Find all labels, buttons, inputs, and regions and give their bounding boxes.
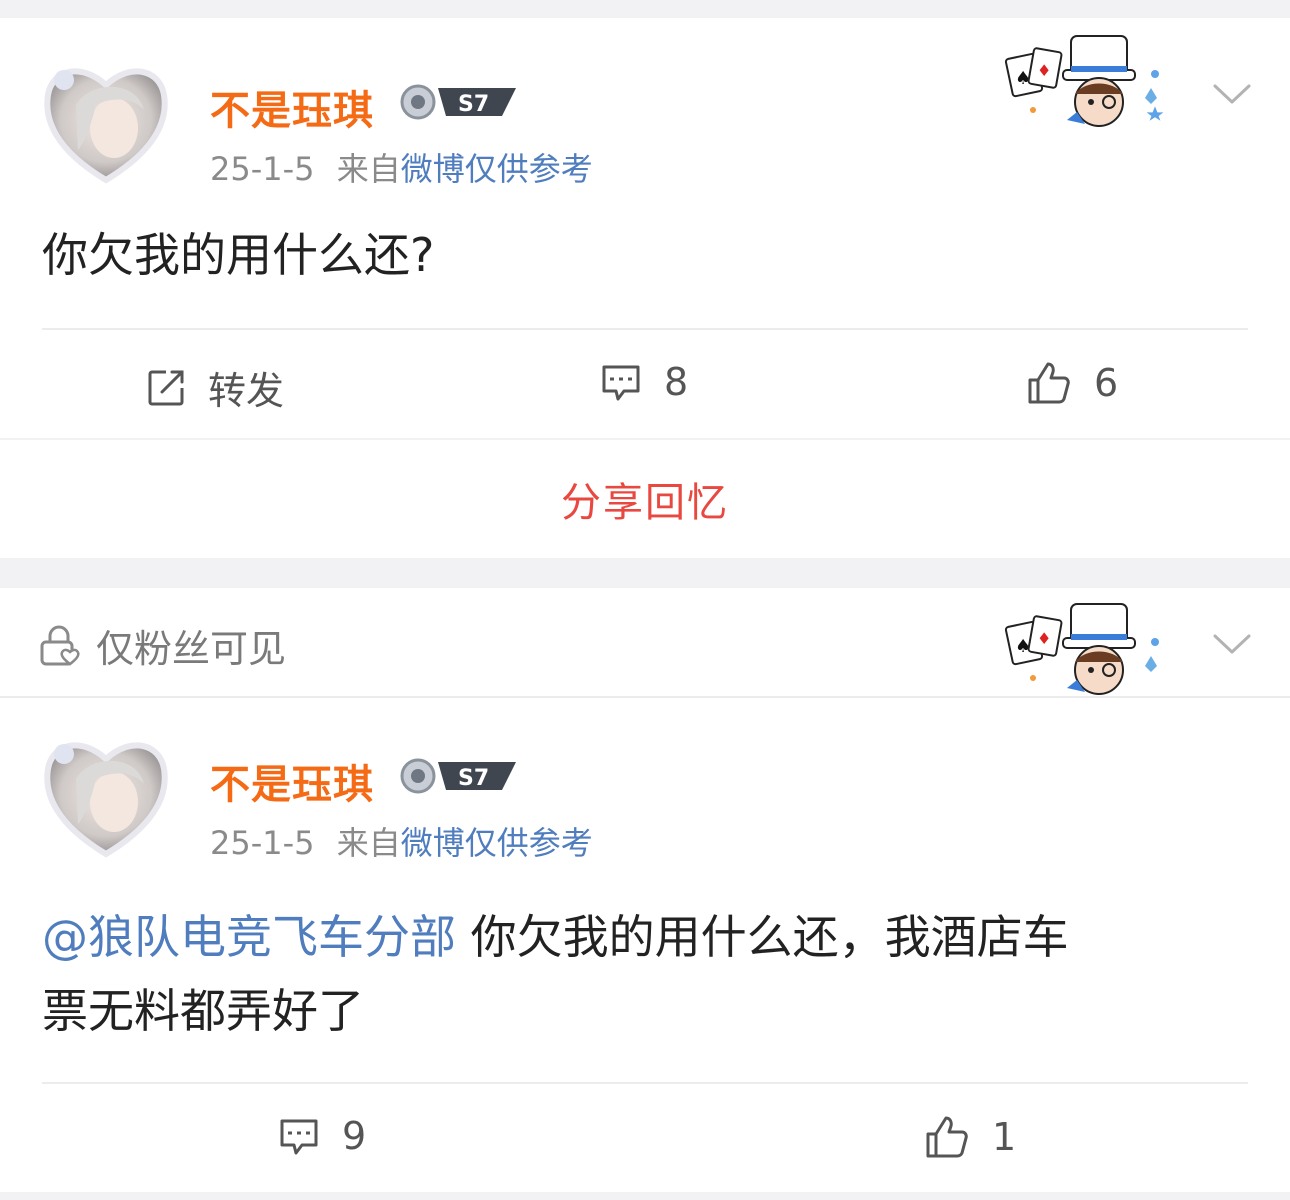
like-count: 1 bbox=[992, 1115, 1017, 1159]
mention-link[interactable]: @狼队电竞飞车分部 bbox=[42, 910, 456, 964]
visibility-row: 仅粉丝可见 bbox=[38, 618, 286, 673]
vip-level-text: S7 bbox=[458, 766, 489, 791]
svg-text:♦: ♦ bbox=[1037, 629, 1051, 648]
post-meta: 25-1-5 来自微博仅供参考 bbox=[210, 144, 593, 190]
comment-button[interactable]: 9 bbox=[278, 1114, 366, 1158]
post-date: 25-1-5 bbox=[210, 150, 315, 188]
post-date: 25-1-5 bbox=[210, 824, 315, 862]
vip-level-text: S7 bbox=[458, 92, 489, 117]
like-icon bbox=[1028, 362, 1070, 404]
post-card: 仅粉丝可见 ♠ ♦ 不是珏琪 S7 25-1-5 来自微博仅供参考 @狼队电竞飞… bbox=[0, 588, 1290, 1192]
repost-button[interactable]: 转发 bbox=[146, 360, 284, 415]
comment-icon bbox=[602, 365, 640, 401]
post-text: @狼队电竞飞车分部 你欠我的用什么还，我酒店车 票无料都弄好了 bbox=[42, 900, 1069, 1048]
divider bbox=[0, 696, 1290, 698]
chevron-down-icon[interactable] bbox=[1212, 82, 1252, 106]
comment-count: 9 bbox=[342, 1114, 367, 1158]
sticker-icon[interactable]: ♠ ♦ bbox=[1004, 600, 1170, 700]
avatar-image bbox=[44, 742, 168, 858]
post-source[interactable]: 微博仅供参考 bbox=[401, 150, 593, 188]
share-memory-button[interactable]: 分享回忆 bbox=[0, 440, 1290, 558]
like-icon bbox=[926, 1116, 968, 1158]
share-memory-label: 分享回忆 bbox=[561, 480, 729, 526]
divider bbox=[42, 1082, 1248, 1084]
sticker-icon[interactable]: ♠ ♦ bbox=[1004, 32, 1170, 132]
chevron-down-icon[interactable] bbox=[1212, 632, 1252, 656]
like-button[interactable]: 1 bbox=[924, 1114, 1016, 1160]
post-source[interactable]: 微博仅供参考 bbox=[401, 824, 593, 862]
avatar[interactable] bbox=[36, 50, 176, 190]
vip-badge-icon[interactable]: S7 bbox=[398, 754, 520, 800]
visibility-label: 仅粉丝可见 bbox=[96, 627, 287, 671]
comment-button[interactable]: 8 bbox=[600, 360, 688, 404]
like-count: 6 bbox=[1094, 361, 1119, 405]
post-text: 你欠我的用什么还? bbox=[42, 228, 435, 282]
username[interactable]: 不是珏琪 bbox=[210, 78, 374, 136]
vip-badge-icon[interactable]: S7 bbox=[398, 80, 520, 126]
post-card: 不是珏琪 S7 25-1-5 来自微博仅供参考 ♠ ♦ 你欠我的用什么还? 转发… bbox=[0, 18, 1290, 438]
post-text-line1: 你欠我的用什么还，我酒店车 bbox=[456, 910, 1069, 964]
divider bbox=[42, 328, 1248, 330]
avatar[interactable] bbox=[36, 724, 176, 864]
repost-label: 转发 bbox=[208, 369, 285, 413]
username[interactable]: 不是珏琪 bbox=[210, 752, 374, 810]
repost-icon bbox=[148, 370, 184, 405]
source-prefix: 来自 bbox=[336, 150, 401, 188]
svg-text:♦: ♦ bbox=[1037, 61, 1051, 80]
comment-count: 8 bbox=[664, 360, 689, 404]
comment-icon bbox=[280, 1119, 318, 1155]
post-text-line2: 票无料都弄好了 bbox=[42, 984, 364, 1038]
avatar-image bbox=[44, 68, 168, 184]
source-prefix: 来自 bbox=[336, 824, 401, 862]
like-button[interactable]: 6 bbox=[1026, 360, 1118, 406]
post-meta: 25-1-5 来自微博仅供参考 bbox=[210, 818, 593, 864]
lock-heart-icon bbox=[40, 625, 80, 666]
